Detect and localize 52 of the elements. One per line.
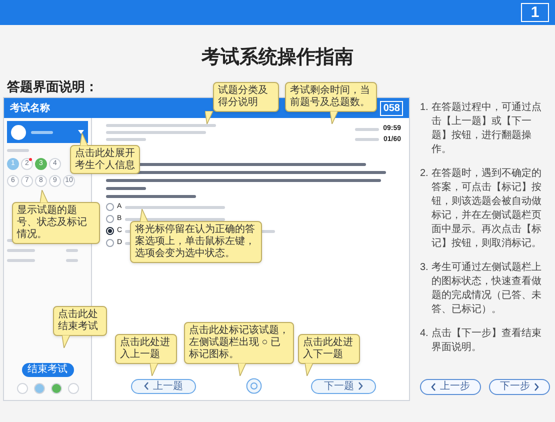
callout-tail	[140, 209, 150, 222]
question-counter: 058	[380, 100, 403, 116]
caret-icon	[78, 130, 84, 134]
exam-name: 考试名称	[10, 102, 50, 116]
legend-icon	[68, 383, 78, 394]
page-number: 1	[521, 3, 549, 22]
instruction-text: 考生可通过左侧试题栏上的图标状态，快速查看做题的完成情况（已答、未答、已标记）。	[431, 261, 542, 317]
chevron-right-icon	[534, 383, 539, 391]
avatar-icon	[11, 124, 26, 140]
page-title: 考试系统操作指南	[200, 46, 354, 70]
radio-button[interactable]	[106, 203, 114, 211]
bookmark-icon[interactable]	[246, 378, 262, 394]
radio-button[interactable]	[106, 215, 114, 223]
callout-tail	[330, 111, 340, 124]
next-step-button[interactable]: 下一步	[489, 379, 550, 395]
callout: 将光标停留在认为正确的答案选项上，单击鼠标左键，选项会变为选中状态。	[130, 221, 262, 263]
step-number: 4.	[420, 327, 428, 341]
callout-tail	[80, 133, 90, 146]
callout-tail	[40, 190, 50, 203]
previous-step-button[interactable]: 上一步	[420, 379, 481, 395]
callout: 试题分类及得分说明	[213, 82, 279, 112]
step-number: 2.	[420, 167, 428, 181]
section-label: 答题界面说明：	[7, 79, 98, 95]
legend-icon	[34, 383, 44, 394]
instruction-text: 在答题过程中，可通过点击【上一题】或【下一题】按钮，进行翻题操作。	[431, 101, 542, 157]
radio-button[interactable]	[106, 239, 114, 247]
callout: 点击此处展开考生个人信息	[70, 145, 140, 174]
user-info-bar[interactable]	[7, 121, 88, 143]
callout: 点击此处进入上一题	[115, 334, 177, 364]
next-question-button[interactable]: 下一题	[311, 378, 376, 394]
legend-icon	[50, 383, 62, 394]
callout-tail	[150, 363, 160, 376]
instruction-text: 点击【下一步】查看结束界面说明。	[431, 327, 542, 355]
callout-tail	[238, 363, 248, 376]
step-number: 3.	[420, 261, 428, 275]
previous-question-button[interactable]: 上一题	[131, 378, 196, 394]
step-number: 1.	[420, 101, 428, 115]
callout: 点击此处结束考试	[53, 306, 107, 336]
callout: 显示试题的题号、状态及标记情况。	[12, 202, 100, 244]
chevron-left-icon	[144, 382, 149, 390]
callout: 考试剩余时间，当前题号及总题数。	[285, 82, 377, 112]
chevron-left-icon	[431, 383, 436, 391]
callout: 点击此处进入下一题	[298, 334, 360, 364]
callout: 点击此处标记该试题，左侧试题栏出现 ○ 已标记图标。	[184, 322, 294, 364]
legend-icon	[16, 383, 28, 394]
chevron-right-icon	[358, 382, 363, 390]
callout-tail	[205, 111, 215, 124]
end-exam-button[interactable]: 结束考试	[22, 363, 74, 377]
callout-tail	[305, 363, 315, 376]
callout-tail	[62, 335, 72, 348]
instruction-text: 在答题时，遇到不确定的答案，可点击【标记】按钮，则该选题会被自动做标记，并在左侧试题栏页面中显示。再次点击【标记】按钮，则取消标记。	[431, 167, 542, 251]
radio-button[interactable]	[106, 227, 114, 235]
